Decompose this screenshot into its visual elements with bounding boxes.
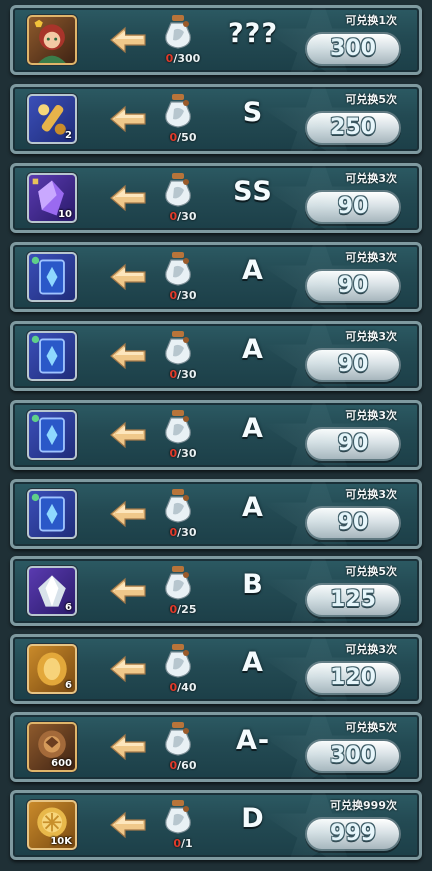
owned-count: 0 (169, 210, 178, 223)
exchange-price-button[interactable]: 90 (305, 427, 401, 461)
exchange-row: 2 0/50 S 可兑换5次 250 (10, 84, 422, 154)
cost-counter: 0/25 (153, 603, 213, 616)
exchange-row: 0/300 ??? 可兑换1次 300 (10, 5, 422, 75)
owned-count: 0 (169, 131, 178, 144)
reward-item-slot[interactable]: 6 (27, 644, 77, 694)
exchange-row: 6 0/25 B 可兑换5次 125 (10, 556, 422, 626)
exchange-price-button[interactable]: 90 (305, 190, 401, 224)
cost-counter: 0/30 (153, 368, 213, 381)
exchange-limit-text: 可兑换3次 (345, 330, 397, 343)
reward-item-slot[interactable]: 600 (27, 722, 77, 772)
exchange-limit-text: 可兑换3次 (345, 251, 397, 264)
exchange-price-button[interactable]: 90 (305, 348, 401, 382)
owned-count: 0 (169, 368, 178, 381)
required-count: /1 (180, 837, 193, 850)
exchange-price-button[interactable]: 250 (305, 111, 401, 145)
required-count: /30 (177, 289, 197, 302)
exchange-price-button[interactable]: 90 (305, 269, 401, 303)
exchange-price-button[interactable]: 120 (305, 661, 401, 695)
reward-item-slot[interactable] (27, 489, 77, 539)
owned-count: 0 (169, 447, 178, 460)
reward-item-slot[interactable]: 10 (27, 173, 77, 223)
exchange-limit-text: 可兑换5次 (345, 565, 397, 578)
reward-item-slot[interactable]: 2 (27, 94, 77, 144)
owned-count: 0 (173, 837, 181, 850)
cost-counter: 0/40 (153, 681, 213, 694)
reward-item-slot[interactable] (27, 15, 77, 65)
exchange-row: 10K 0/1 D 可兑换999次 999 (10, 790, 422, 860)
required-count: /30 (177, 526, 197, 539)
owned-count: 0 (169, 526, 178, 539)
required-count: /60 (177, 759, 197, 772)
required-count: /30 (177, 210, 197, 223)
exchange-price-button[interactable]: 125 (305, 583, 401, 617)
reward-item-slot[interactable] (27, 252, 77, 302)
exchange-row: 0/30 A 可兑换3次 90 (10, 400, 422, 470)
exchange-limit-text: 可兑换5次 (345, 721, 397, 734)
cost-counter: 0/30 (153, 289, 213, 302)
item-quantity: 6 (65, 680, 72, 691)
exchange-row: 0/30 A 可兑换3次 90 (10, 479, 422, 549)
item-quantity: 10K (50, 836, 72, 847)
item-quantity: 6 (65, 602, 72, 613)
exchange-row: 6 0/40 A 可兑换3次 120 (10, 634, 422, 704)
required-count: /30 (177, 368, 197, 381)
cost-counter: 0/30 (153, 526, 213, 539)
item-quantity: 2 (65, 130, 72, 141)
owned-count: 0 (169, 681, 178, 694)
reward-item-slot[interactable] (27, 410, 77, 460)
exchange-row: 0/30 A 可兑换3次 90 (10, 321, 422, 391)
required-count: /50 (177, 131, 197, 144)
cost-counter: 0/50 (153, 131, 213, 144)
exchange-price-button[interactable]: 90 (305, 506, 401, 540)
exchange-limit-text: 可兑换5次 (345, 93, 397, 106)
item-quantity: 600 (51, 758, 72, 769)
exchange-limit-text: 可兑换3次 (345, 643, 397, 656)
cost-counter: 0/60 (153, 759, 213, 772)
exchange-limit-text: 可兑换999次 (330, 799, 397, 812)
reward-item-slot[interactable]: 6 (27, 566, 77, 616)
exchange-price-button[interactable]: 300 (305, 739, 401, 773)
reward-item-slot[interactable] (27, 331, 77, 381)
required-count: /40 (177, 681, 197, 694)
required-count: /25 (177, 603, 197, 616)
exchange-limit-text: 可兑换3次 (345, 172, 397, 185)
required-count: /30 (177, 447, 197, 460)
required-count: /300 (173, 52, 201, 65)
exchange-row: 600 0/60 A- 可兑换5次 300 (10, 712, 422, 782)
owned-count: 0 (169, 603, 178, 616)
exchange-row: 10 0/30 SS 可兑换3次 90 (10, 163, 422, 233)
exchange-limit-text: 可兑换3次 (345, 488, 397, 501)
exchange-limit-text: 可兑换3次 (345, 409, 397, 422)
exchange-price-button[interactable]: 999 (305, 817, 401, 851)
owned-count: 0 (169, 759, 178, 772)
cost-counter: 0/30 (153, 447, 213, 460)
cost-counter: 0/30 (153, 210, 213, 223)
exchange-price-button[interactable]: 300 (305, 32, 401, 66)
reward-item-slot[interactable]: 10K (27, 800, 77, 850)
owned-count: 0 (169, 289, 178, 302)
exchange-row: 0/30 A 可兑换3次 90 (10, 242, 422, 312)
exchange-limit-text: 可兑换1次 (345, 14, 397, 27)
cost-counter: 0/300 (153, 52, 213, 65)
item-quantity: 10 (58, 209, 72, 220)
exchange-list[interactable]: 0/300 ??? 可兑换1次 300 2 0/50 S 可兑换5次 250 1… (0, 0, 432, 871)
cost-counter: 0/1 (153, 837, 213, 850)
